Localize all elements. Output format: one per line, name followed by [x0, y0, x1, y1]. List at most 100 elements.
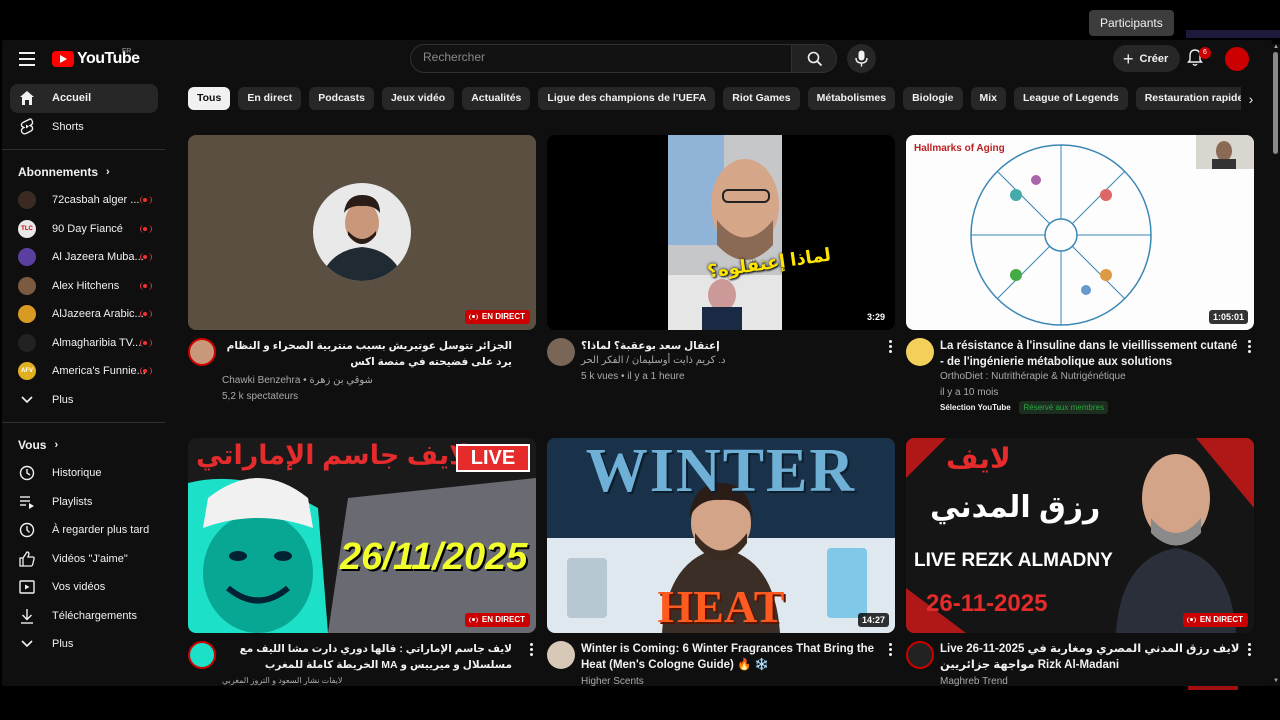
- channel-avatar[interactable]: [547, 641, 575, 669]
- mic-icon: [855, 50, 868, 67]
- filter-chip[interactable]: Podcasts: [309, 87, 374, 110]
- sidebar-item-playlists[interactable]: Playlists: [10, 488, 158, 517]
- subscription-item[interactable]: Al Jazeera Muba...: [10, 243, 158, 272]
- video-card[interactable]: EN DIRECT الجزائر تتوسل عوتيريش بسبب منت…: [188, 135, 536, 420]
- subscriptions-title: Abonnements: [18, 165, 99, 179]
- subscription-item[interactable]: Alex Hitchens: [10, 272, 158, 301]
- channel-name[interactable]: Chawki Benzehra • شوقي بن زهرة: [222, 375, 373, 386]
- more-options-icon[interactable]: [530, 643, 534, 658]
- like-icon: [18, 550, 36, 568]
- scrollbar-thumb[interactable]: [1273, 52, 1278, 154]
- video-title[interactable]: الجزائر تتوسل عوتيريش بسبب منتربية الصحر…: [222, 338, 512, 370]
- video-title[interactable]: Live 26-11-2025 لايف رزق المدني المصري و…: [940, 641, 1240, 673]
- channel-avatar: [18, 276, 36, 295]
- live-badge: EN DIRECT: [464, 310, 530, 324]
- video-card[interactable]: لايف جاسم الإماراتي LIVE 26/11/2025 EN D…: [188, 438, 536, 686]
- search-input[interactable]: [423, 50, 783, 64]
- thumbnail-line-3: LIVE REZK ALMADNY: [914, 550, 1113, 571]
- video-meta: La résistance à l'insuline dans le vieil…: [906, 330, 1254, 420]
- video-meta: Live 26-11-2025 لايف رزق المدني المصري و…: [906, 633, 1254, 686]
- watch-later-icon: [18, 521, 36, 539]
- sidebar-item-watch-later[interactable]: À regarder plus tard: [10, 516, 158, 545]
- search-button[interactable]: [791, 44, 837, 73]
- video-thumbnail[interactable]: لايف جاسم الإماراتي LIVE 26/11/2025 EN D…: [188, 438, 536, 633]
- thumbnail-title: لايف جاسم الإماراتي: [196, 440, 470, 470]
- more-options-icon[interactable]: [1248, 340, 1252, 355]
- page-scrollbar[interactable]: ▲ ▼: [1271, 44, 1280, 686]
- chevron-right-icon[interactable]: ›: [1241, 87, 1261, 111]
- video-title[interactable]: إعتقال سعد بوعقبة؟ لماذا؟: [581, 338, 720, 354]
- filter-chip[interactable]: Jeux vidéo: [381, 87, 455, 110]
- video-card[interactable]: لماذا إعتقلوه؟ 3:29 إعتقال سعد بوعقبة؟ ل…: [547, 135, 895, 420]
- sidebar-item-history[interactable]: Historique: [10, 459, 158, 488]
- video-card[interactable]: لايف رزق المدني LIVE REZK ALMADNY 26-11-…: [906, 438, 1254, 686]
- sidebar-item-label: Vidéos "J'aime": [52, 552, 128, 565]
- subscription-item[interactable]: TLC 90 Day Fiancé: [10, 215, 158, 244]
- channel-name[interactable]: OrthoDiet : Nutrithérapie & Nutrigénétiq…: [940, 371, 1126, 382]
- video-card[interactable]: Hallmarks of Aging 1:05:01 La résistance…: [906, 135, 1254, 420]
- channel-name[interactable]: Maghreb Trend: [940, 676, 1008, 686]
- video-meta: الجزائر تتوسل عوتيريش بسبب منتربية الصحر…: [188, 330, 536, 420]
- video-thumbnail[interactable]: لايف رزق المدني LIVE REZK ALMADNY 26-11-…: [906, 438, 1254, 633]
- video-thumbnail[interactable]: لماذا إعتقلوه؟ 3:29: [547, 135, 895, 330]
- scroll-down-icon[interactable]: ▼: [1273, 678, 1279, 684]
- menu-icon[interactable]: [19, 52, 35, 66]
- voice-search-button[interactable]: [847, 44, 876, 73]
- video-title[interactable]: لايف جاسم الإماراتي : قالها دوري دارت مش…: [222, 641, 512, 673]
- video-title[interactable]: La résistance à l'insuline dans le vieil…: [940, 338, 1240, 370]
- channel-name[interactable]: د. كريم ذايت أوسليمان / الفكر الحر: [581, 355, 725, 366]
- channel-name[interactable]: لايفات نشار السعود و التروز المغربي: [222, 676, 342, 685]
- filter-chip[interactable]: League of Legends: [1014, 87, 1128, 110]
- more-options-icon[interactable]: [889, 643, 893, 658]
- video-thumbnail[interactable]: EN DIRECT: [188, 135, 536, 330]
- subscriptions-header[interactable]: Abonnements ›: [2, 158, 166, 186]
- thumbnail-line-2: رزق المدني: [930, 491, 1101, 524]
- filter-chip[interactable]: Actualités: [462, 87, 531, 110]
- video-card[interactable]: WINTER HEAT 14:27 Winter is Coming: 6 Wi…: [547, 438, 895, 686]
- more-options-icon[interactable]: [1248, 643, 1252, 658]
- you-header[interactable]: Vous ›: [2, 431, 166, 459]
- sidebar-item-download[interactable]: Téléchargements: [10, 602, 158, 631]
- filter-chip[interactable]: Restauration rapide: [1135, 87, 1252, 110]
- scroll-up-icon[interactable]: ▲: [1273, 44, 1279, 50]
- channel-avatar[interactable]: [188, 641, 216, 669]
- sidebar-item-home[interactable]: Accueil: [10, 84, 158, 113]
- channel-name[interactable]: Higher Scents: [581, 676, 644, 686]
- video-thumbnail[interactable]: Hallmarks of Aging 1:05:01: [906, 135, 1254, 330]
- filter-chip[interactable]: Riot Games: [723, 87, 800, 110]
- channel-avatar[interactable]: [547, 338, 575, 366]
- sidebar-item-chevron-down[interactable]: Plus: [10, 630, 158, 659]
- sidebar-item-your-videos[interactable]: Vos vidéos: [10, 573, 158, 602]
- filter-chip[interactable]: Métabolismes: [807, 87, 896, 110]
- subscriptions-more[interactable]: Plus: [10, 386, 158, 415]
- search-box: [410, 44, 792, 73]
- filter-chip[interactable]: Biologie: [903, 87, 963, 110]
- video-thumbnail[interactable]: WINTER HEAT 14:27: [547, 438, 895, 633]
- subscription-item[interactable]: 72casbah alger ...: [10, 186, 158, 215]
- filter-chip[interactable]: En direct: [238, 87, 302, 110]
- channel-avatar[interactable]: [188, 338, 216, 366]
- subscription-item[interactable]: AlJazeera Arabic...: [10, 300, 158, 329]
- sidebar-item-label: Accueil: [52, 92, 92, 105]
- subscription-item[interactable]: AFV America's Funnie...: [10, 357, 158, 386]
- filter-chip[interactable]: Ligue des champions de l'UEFA: [538, 87, 716, 110]
- more-options-icon[interactable]: [889, 340, 893, 355]
- create-label: Créer: [1139, 52, 1169, 65]
- subscription-item[interactable]: Almagharibia TV...: [10, 329, 158, 358]
- video-title[interactable]: Winter is Coming: 6 Winter Fragrances Th…: [581, 641, 881, 673]
- account-avatar[interactable]: [1225, 47, 1249, 71]
- live-badge-label: EN DIRECT: [481, 615, 525, 624]
- channel-avatar[interactable]: [906, 338, 934, 366]
- create-button[interactable]: + Créer: [1113, 45, 1181, 72]
- filter-chip[interactable]: Tous: [188, 87, 231, 110]
- channel-avatar[interactable]: [906, 641, 934, 669]
- filter-chip[interactable]: Mix: [970, 87, 1007, 110]
- sidebar-item-shorts[interactable]: Shorts: [10, 113, 158, 142]
- you-title: Vous: [18, 438, 47, 452]
- thumbnail-live-box: LIVE: [456, 444, 530, 472]
- live-badge-label: EN DIRECT: [481, 312, 525, 321]
- sidebar-item-like[interactable]: Vidéos "J'aime": [10, 545, 158, 574]
- chevron-down-icon: [18, 635, 36, 653]
- youtube-logo[interactable]: YouTube FR: [52, 48, 140, 68]
- video-stats: 5,2 k spectateurs: [222, 391, 299, 402]
